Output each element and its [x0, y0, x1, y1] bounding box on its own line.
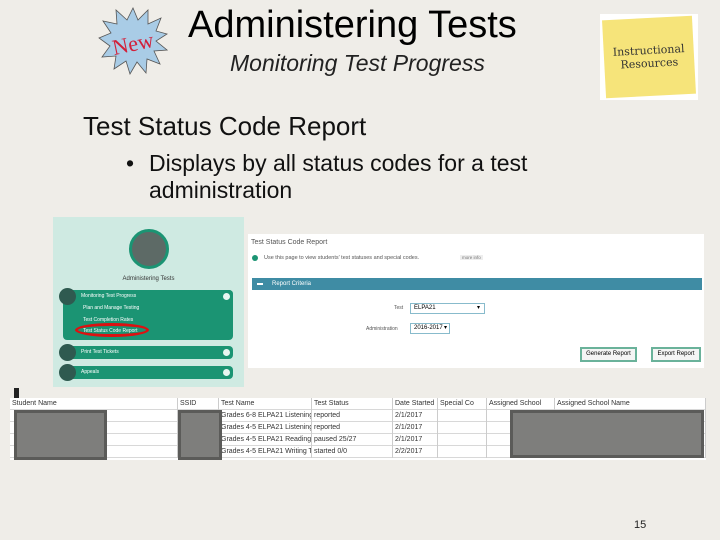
report-title: Test Status Code Report [251, 239, 328, 246]
bullet-icon: • [126, 150, 135, 176]
column-header[interactable]: Student Name [10, 398, 178, 410]
slide-subtitle: Monitoring Test Progress [230, 50, 485, 76]
new-badge-icon: New [98, 7, 168, 75]
redaction-box [14, 410, 107, 460]
page-number: 15 [634, 519, 647, 531]
table-header-row: Student Name SSID Test Name Test Status Date… [10, 398, 706, 410]
table-cell: Grades 6-8 ELPA21 Listening Test [219, 410, 312, 422]
administration-label: Administration [366, 326, 398, 332]
column-header[interactable]: Special Co [438, 398, 487, 410]
menu-monitoring-test-progress[interactable]: Monitoring Test Progress [59, 288, 233, 305]
report-criteria-header[interactable]: Report Criteria [252, 278, 702, 290]
table-cell [438, 434, 487, 446]
test-label: Test [394, 305, 404, 311]
user-icon [129, 229, 169, 269]
table-cell: Grades 4-5 ELPA21 Reading Test [219, 434, 312, 446]
slide-title: Administering Tests [188, 4, 517, 46]
column-header[interactable]: SSID [178, 398, 219, 410]
monitor-icon [59, 288, 76, 305]
column-header[interactable]: Date Started [393, 398, 438, 410]
table-cell: Grades 4-5 ELPA21 Listening Test [219, 422, 312, 434]
panel-title: Administering Tests [122, 276, 175, 282]
info-text: Use this page to view students' test sta… [264, 255, 420, 261]
export-report-button[interactable]: Export Report [651, 347, 701, 362]
report-panel: Test Status Code Report Use this page to… [248, 234, 704, 368]
table-cell [438, 446, 487, 458]
chevron-down-icon[interactable] [223, 369, 230, 376]
administering-tests-panel: Administering Tests Monitoring Test Prog… [53, 217, 244, 387]
appeals-icon [59, 364, 76, 381]
generate-report-button[interactable]: Generate Report [580, 347, 637, 362]
table-cell: 2/1/2017 [393, 422, 438, 434]
dropdown-arrow-icon: ▾ [476, 305, 480, 311]
table-cell: 2/1/2017 [393, 410, 438, 422]
column-header[interactable]: Assigned School Name [555, 398, 706, 410]
column-header[interactable]: Assigned School [487, 398, 555, 410]
table-cell: reported [312, 422, 393, 434]
test-select[interactable]: ELPA21 ▾ [410, 303, 485, 314]
column-header[interactable]: Test Name [219, 398, 312, 410]
table-cell: Grades 4-5 ELPA21 Writing Test [219, 446, 312, 458]
section-heading: Test Status Code Report [83, 111, 367, 141]
table-cell [438, 410, 487, 422]
divider-stub [14, 388, 19, 398]
redaction-box [178, 410, 222, 460]
table-cell: paused 25/27 [312, 434, 393, 446]
table-cell [438, 422, 487, 434]
menu-appeals[interactable]: Appeals [59, 364, 233, 381]
table-cell: reported [312, 410, 393, 422]
highlight-circle [75, 323, 149, 337]
info-icon [252, 255, 258, 261]
more-info-link[interactable]: more info [460, 255, 483, 260]
submenu-plan-manage[interactable]: Plan and Manage Testing [83, 305, 139, 311]
redaction-box [510, 410, 704, 458]
table-cell: 2/1/2017 [393, 434, 438, 446]
instructional-resources-note[interactable]: Instructional Resources [600, 14, 698, 100]
chevron-down-icon[interactable] [223, 349, 230, 356]
administration-select[interactable]: 2016-2017 ▾ [410, 323, 450, 334]
menu-print-test-tickets[interactable]: Print Test Tickets [59, 344, 233, 361]
table-cell: started 0/0 [312, 446, 393, 458]
dropdown-arrow-icon: ▾ [443, 325, 447, 331]
collapse-icon[interactable] [257, 283, 263, 285]
chevron-up-icon[interactable] [223, 293, 230, 300]
sticky-note-text: Instructional Resources [602, 15, 696, 99]
table-cell: 2/2/2017 [393, 446, 438, 458]
column-header[interactable]: Test Status [312, 398, 393, 410]
printer-icon [59, 344, 76, 361]
